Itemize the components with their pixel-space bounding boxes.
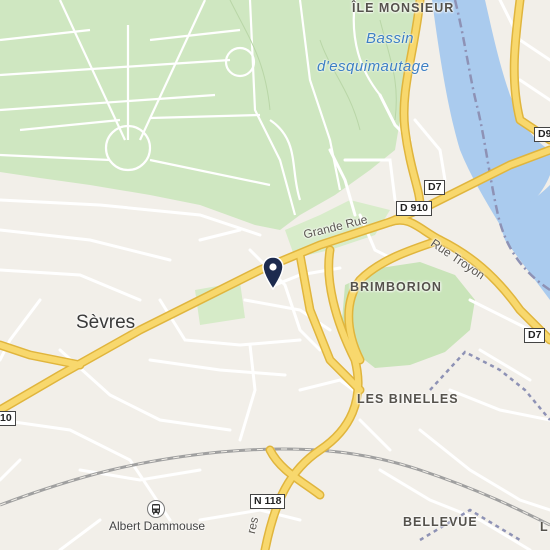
- place-label-brimborion: BRIMBORION: [350, 280, 442, 294]
- poi-label-albert-dammouse[interactable]: Albert Dammouse: [109, 519, 205, 533]
- bus-stop-icon[interactable]: [147, 500, 165, 518]
- place-label-bellevue: BELLEVUE: [403, 515, 478, 529]
- road-shield-d7-right: D7: [524, 328, 546, 343]
- place-label-les-binelles: LES BINELLES: [357, 392, 459, 406]
- road-shield-left-edge: 10: [0, 411, 16, 426]
- road-shield-d9-edge: D9: [534, 127, 550, 142]
- road-shield-d910: D 910: [396, 201, 433, 216]
- place-label-edge-bottom-right: L: [540, 520, 549, 534]
- road-shield-n118: N 118: [250, 494, 286, 509]
- water-label-esquimautage: d'esquimautage: [317, 58, 430, 75]
- water-label-bassin: Bassin: [366, 30, 415, 47]
- place-label-ile-monsieur: ÎLE MONSIEUR: [352, 1, 455, 15]
- map-canvas[interactable]: ÎLE MONSIEUR Bassin d'esquimautage Sèvre…: [0, 0, 550, 550]
- city-label-sevres: Sèvres: [76, 312, 136, 333]
- road-shield-d7-top: D7: [424, 180, 446, 195]
